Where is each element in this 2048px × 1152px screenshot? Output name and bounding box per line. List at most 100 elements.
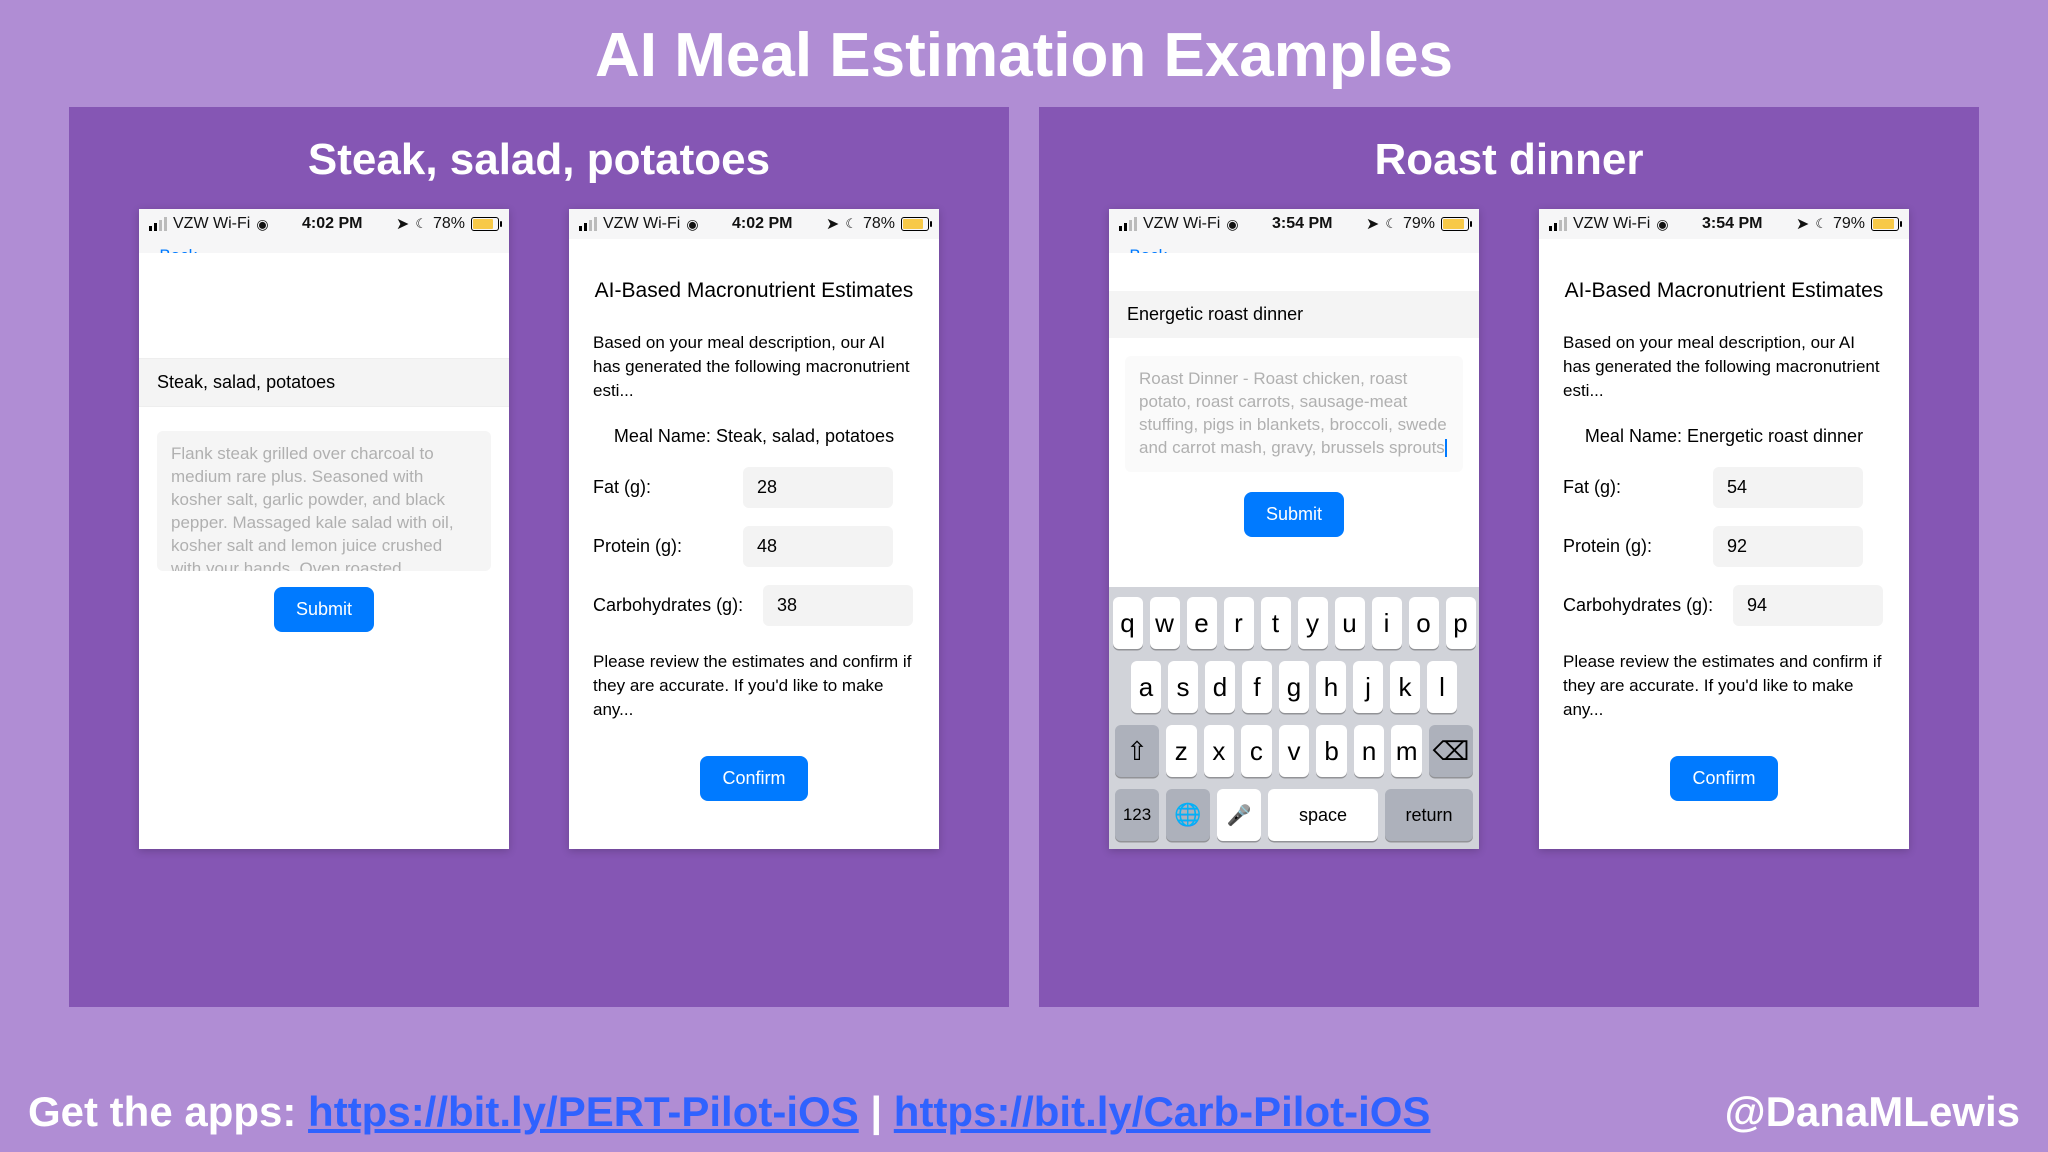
key-v[interactable]: v — [1279, 725, 1310, 777]
key-y[interactable]: y — [1298, 597, 1328, 649]
key-u[interactable]: u — [1335, 597, 1365, 649]
battery-icon — [1871, 217, 1899, 231]
protein-row: Protein (g): 48 — [593, 526, 915, 567]
key-x[interactable]: x — [1204, 725, 1235, 777]
results-outro: Please review the estimates and confirm … — [1563, 650, 1885, 721]
key-w[interactable]: w — [1150, 597, 1180, 649]
key-z[interactable]: z — [1166, 725, 1197, 777]
key-i[interactable]: i — [1372, 597, 1402, 649]
dnd-moon-icon: ☾ — [845, 216, 857, 232]
meal-title-input[interactable]: Steak, salad, potatoes — [139, 358, 509, 407]
key-d[interactable]: d — [1205, 661, 1235, 713]
location-icon: ➤ — [396, 214, 409, 234]
numbers-key[interactable]: 123 — [1115, 789, 1159, 841]
footer-handle: @DanaMLewis — [1725, 1088, 2020, 1136]
signal-icon — [149, 217, 167, 231]
link-carb[interactable]: https://bit.ly/Carb-Pilot-iOS — [894, 1088, 1431, 1135]
carrier-label: VZW Wi-Fi — [1573, 215, 1650, 233]
key-n[interactable]: n — [1354, 725, 1385, 777]
panel-steak-title: Steak, salad, potatoes — [69, 107, 1009, 209]
results-intro: Based on your meal description, our AI h… — [593, 331, 915, 402]
meal-title-input[interactable]: Energetic roast dinner — [1109, 291, 1479, 338]
text-caret — [1445, 439, 1447, 457]
status-bar: VZW Wi-Fi ◉ 3:54 PM ➤ ☾ 79% — [1539, 209, 1909, 239]
key-o[interactable]: o — [1409, 597, 1439, 649]
onscreen-keyboard: qwertyuiop asdfghjkl ⇧ zxcvbnm ⌫ 123 🌐 🎤… — [1109, 587, 1479, 849]
mic-key[interactable]: 🎤 — [1217, 789, 1261, 841]
signal-icon — [1549, 217, 1567, 231]
submit-button[interactable]: Submit — [1244, 492, 1344, 537]
dnd-moon-icon: ☾ — [1385, 216, 1397, 232]
meal-description-input[interactable]: Roast Dinner - Roast chicken, roast pota… — [1125, 356, 1463, 472]
meal-name-line: Meal Name: Steak, salad, potatoes — [593, 426, 915, 447]
phone-steak-results: VZW Wi-Fi ◉ 4:02 PM ➤ ☾ 78% AI-Based Mac… — [569, 209, 939, 849]
signal-icon — [579, 217, 597, 231]
results-outro: Please review the estimates and confirm … — [593, 650, 915, 721]
key-g[interactable]: g — [1279, 661, 1309, 713]
key-k[interactable]: k — [1390, 661, 1420, 713]
keyboard-row-2: asdfghjkl — [1115, 661, 1473, 713]
key-s[interactable]: s — [1168, 661, 1198, 713]
carb-value-input[interactable]: 38 — [763, 585, 913, 626]
keyboard-row-3: ⇧ zxcvbnm ⌫ — [1115, 725, 1473, 777]
nav-back[interactable]: ‹ Back — [1109, 239, 1479, 253]
phone-roast-input: VZW Wi-Fi ◉ 3:54 PM ➤ ☾ 79% ‹ Back Energ… — [1109, 209, 1479, 849]
wifi-icon: ◉ — [1226, 216, 1238, 233]
battery-icon — [1441, 217, 1469, 231]
wifi-icon: ◉ — [256, 216, 268, 233]
results-title: AI-Based Macronutrient Estimates — [1563, 279, 1885, 303]
carrier-label: VZW Wi-Fi — [1143, 215, 1220, 233]
slide-footer: Get the apps: https://bit.ly/PERT-Pilot-… — [0, 1088, 2048, 1152]
key-r[interactable]: r — [1224, 597, 1254, 649]
fat-label: Fat (g): — [1563, 477, 1713, 498]
battery-pct: 79% — [1403, 215, 1435, 233]
footer-links: Get the apps: https://bit.ly/PERT-Pilot-… — [28, 1088, 1430, 1136]
fat-value-input[interactable]: 54 — [1713, 467, 1863, 508]
confirm-button[interactable]: Confirm — [1670, 756, 1777, 801]
link-pert[interactable]: https://bit.ly/PERT-Pilot-iOS — [308, 1088, 859, 1135]
key-l[interactable]: l — [1427, 661, 1457, 713]
fat-row: Fat (g): 28 — [593, 467, 915, 508]
return-key[interactable]: return — [1385, 789, 1473, 841]
panel-roast-title: Roast dinner — [1039, 107, 1979, 209]
clock: 4:02 PM — [732, 215, 792, 233]
key-e[interactable]: e — [1187, 597, 1217, 649]
key-f[interactable]: f — [1242, 661, 1272, 713]
backspace-key[interactable]: ⌫ — [1429, 725, 1473, 777]
signal-icon — [1119, 217, 1137, 231]
panel-roast: Roast dinner VZW Wi-Fi ◉ 3:54 PM ➤ ☾ 79% — [1039, 107, 1979, 1007]
carb-label: Carbohydrates (g): — [593, 595, 763, 616]
panels-row: Steak, salad, potatoes VZW Wi-Fi ◉ 4:02 … — [0, 107, 2048, 1007]
protein-value-input[interactable]: 48 — [743, 526, 893, 567]
nav-back[interactable]: ‹ Back — [139, 239, 509, 253]
protein-value-input[interactable]: 92 — [1713, 526, 1863, 567]
fat-value-input[interactable]: 28 — [743, 467, 893, 508]
globe-key[interactable]: 🌐 — [1166, 789, 1210, 841]
meal-description-input[interactable]: Flank steak grilled over charcoal to med… — [157, 431, 491, 571]
dnd-moon-icon: ☾ — [1815, 216, 1827, 232]
protein-label: Protein (g): — [1563, 536, 1713, 557]
key-p[interactable]: p — [1446, 597, 1476, 649]
key-c[interactable]: c — [1241, 725, 1272, 777]
confirm-button[interactable]: Confirm — [700, 756, 807, 801]
space-key[interactable]: space — [1268, 789, 1378, 841]
phone-roast-results: VZW Wi-Fi ◉ 3:54 PM ➤ ☾ 79% AI-Based Mac… — [1539, 209, 1909, 849]
key-m[interactable]: m — [1391, 725, 1422, 777]
key-h[interactable]: h — [1316, 661, 1346, 713]
key-j[interactable]: j — [1353, 661, 1383, 713]
clock: 3:54 PM — [1702, 215, 1762, 233]
key-b[interactable]: b — [1316, 725, 1347, 777]
key-t[interactable]: t — [1261, 597, 1291, 649]
carrier-label: VZW Wi-Fi — [603, 215, 680, 233]
meal-name-line: Meal Name: Energetic roast dinner — [1563, 426, 1885, 447]
battery-pct: 79% — [1833, 215, 1865, 233]
key-q[interactable]: q — [1113, 597, 1143, 649]
shift-key[interactable]: ⇧ — [1115, 725, 1159, 777]
key-a[interactable]: a — [1131, 661, 1161, 713]
results-intro: Based on your meal description, our AI h… — [1563, 331, 1885, 402]
carb-value-input[interactable]: 94 — [1733, 585, 1883, 626]
protein-row: Protein (g): 92 — [1563, 526, 1885, 567]
carb-row: Carbohydrates (g): 94 — [1563, 585, 1885, 626]
submit-button[interactable]: Submit — [274, 587, 374, 632]
keyboard-row-1: qwertyuiop — [1115, 597, 1473, 649]
